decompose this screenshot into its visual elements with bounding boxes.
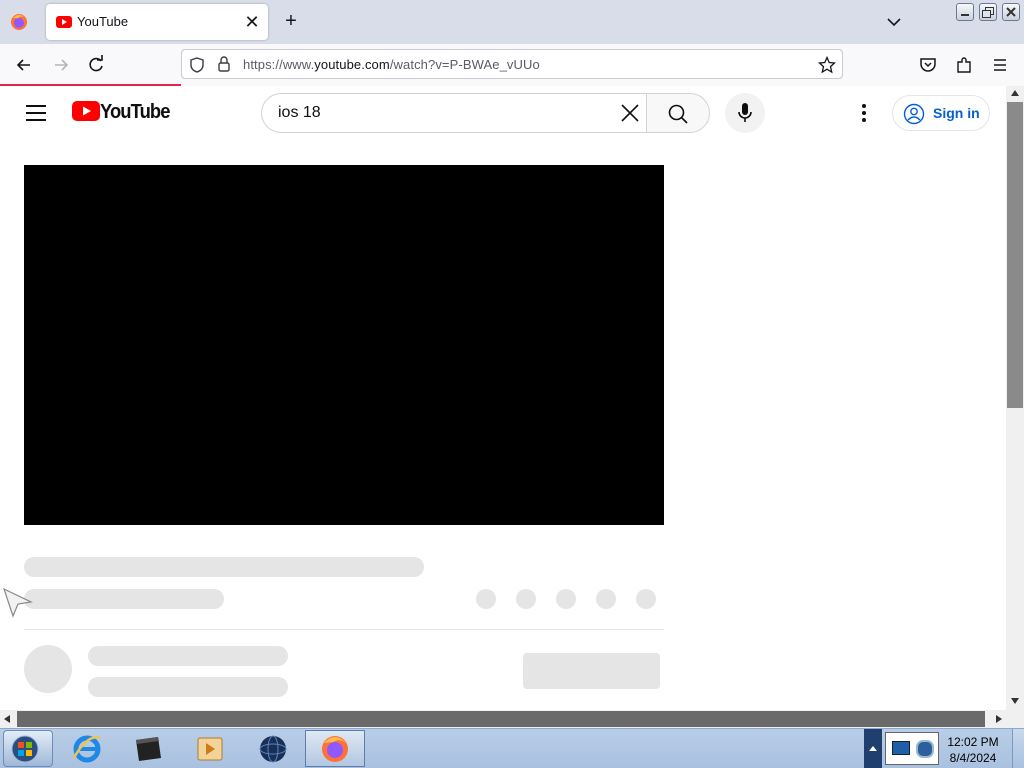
padlock-icon[interactable] xyxy=(216,55,232,73)
action-skeleton xyxy=(636,589,656,609)
tray-up-arrow-icon xyxy=(869,746,877,751)
url-path: /watch?v=P-BWAe_vUUo xyxy=(389,57,540,72)
clock-time[interactable]: 12:02 PM xyxy=(940,735,1006,749)
url-prefix: https://www. xyxy=(243,57,315,72)
guide-menu-icon[interactable] xyxy=(24,102,48,124)
youtube-page: YouTube ios 18 Sign in xyxy=(0,86,1006,710)
system-tray-icons[interactable] xyxy=(885,732,939,765)
tab-youtube[interactable]: YouTube ✕ xyxy=(46,4,268,40)
channel-subs-skeleton xyxy=(88,677,288,697)
taskbar-firefox-button[interactable] xyxy=(305,730,365,767)
close-window-icon xyxy=(1006,7,1016,17)
vertical-scroll-thumb[interactable] xyxy=(1007,102,1023,408)
scroll-left-icon[interactable] xyxy=(4,715,10,723)
sign-in-button[interactable]: Sign in xyxy=(892,95,990,131)
show-hidden-icons-button[interactable] xyxy=(864,729,882,768)
restore-front-icon xyxy=(982,10,991,18)
start-button[interactable] xyxy=(3,730,53,767)
bookmark-star-icon[interactable] xyxy=(818,56,836,74)
firefox-menu-icon[interactable] xyxy=(9,12,29,32)
mouse-pointer-icon xyxy=(3,588,33,618)
tab-title: YouTube xyxy=(77,14,129,29)
scroll-right-icon[interactable] xyxy=(996,715,1002,723)
network-icon[interactable] xyxy=(892,741,910,755)
action-skeleton xyxy=(596,589,616,609)
action-skeleton xyxy=(476,589,496,609)
youtube-logo-text: YouTube xyxy=(100,101,170,123)
clear-search-icon[interactable] xyxy=(619,102,641,124)
title-skeleton xyxy=(24,557,424,577)
url-text[interactable]: https://www.youtube.com/watch?v=P-BWAe_v… xyxy=(243,57,540,72)
settings-more-icon[interactable] xyxy=(853,102,875,124)
scroll-down-icon[interactable] xyxy=(1011,698,1019,704)
youtube-play-logo-icon xyxy=(72,101,100,121)
minimize-window-button[interactable] xyxy=(956,3,974,21)
account-circle-icon xyxy=(903,103,925,125)
reload-icon[interactable] xyxy=(85,54,107,76)
metadata-skeleton xyxy=(24,589,224,609)
back-arrow-icon[interactable] xyxy=(13,54,35,76)
minimize-icon xyxy=(961,14,969,16)
start-orb-icon xyxy=(11,735,39,763)
show-desktop-button[interactable] xyxy=(1012,729,1024,768)
channel-name-skeleton xyxy=(88,646,288,666)
search-button[interactable] xyxy=(646,93,710,133)
voice-search-button[interactable] xyxy=(725,93,765,133)
subscribe-button-skeleton xyxy=(523,653,660,689)
list-all-tabs-chevron-icon[interactable] xyxy=(884,12,904,32)
volume-icon[interactable] xyxy=(916,740,934,758)
extensions-puzzle-icon[interactable] xyxy=(953,54,975,76)
microphone-icon xyxy=(738,103,752,122)
hamburger-menu-icon[interactable] xyxy=(989,54,1011,76)
restore-window-button[interactable] xyxy=(979,3,997,21)
internet-explorer-icon[interactable] xyxy=(70,732,104,766)
terminal-app-icon[interactable] xyxy=(131,732,165,766)
vertical-scrollbar[interactable] xyxy=(1006,86,1024,710)
youtube-favicon-icon xyxy=(56,16,72,28)
pocket-icon[interactable] xyxy=(917,54,939,76)
action-skeleton xyxy=(516,589,536,609)
horizontal-scroll-thumb[interactable] xyxy=(17,711,985,727)
clock-date[interactable]: 8/4/2024 xyxy=(940,751,1006,765)
close-window-button[interactable] xyxy=(1002,3,1020,21)
media-player-icon[interactable] xyxy=(193,732,227,766)
channel-avatar-skeleton xyxy=(24,645,72,693)
youtube-logo[interactable]: YouTube xyxy=(72,99,170,125)
scroll-up-icon[interactable] xyxy=(1011,90,1019,96)
horizontal-scrollbar[interactable] xyxy=(0,710,1024,728)
tab-close-icon[interactable]: ✕ xyxy=(242,12,262,32)
firefox-icon xyxy=(322,736,348,762)
sign-in-label: Sign in xyxy=(933,105,980,121)
tab-strip: YouTube ✕ + xyxy=(0,0,1024,44)
action-skeleton xyxy=(556,589,576,609)
tracking-protection-shield-icon[interactable] xyxy=(188,56,206,74)
search-icon xyxy=(668,104,688,124)
navigation-toolbar: https://www.youtube.com/watch?v=P-BWAe_v… xyxy=(0,44,1024,87)
taskbar: 12:02 PM 8/4/2024 xyxy=(0,728,1024,768)
forward-arrow-icon[interactable] xyxy=(50,54,72,76)
video-player[interactable] xyxy=(24,165,664,525)
address-bar[interactable]: https://www.youtube.com/watch?v=P-BWAe_v… xyxy=(181,49,843,79)
search-input[interactable]: ios 18 xyxy=(278,104,321,122)
search-field[interactable]: ios 18 xyxy=(261,93,647,133)
new-tab-plus-icon[interactable]: + xyxy=(280,10,302,32)
divider xyxy=(24,629,664,630)
url-domain: youtube.com xyxy=(314,57,390,72)
globe-network-icon[interactable] xyxy=(256,732,290,766)
